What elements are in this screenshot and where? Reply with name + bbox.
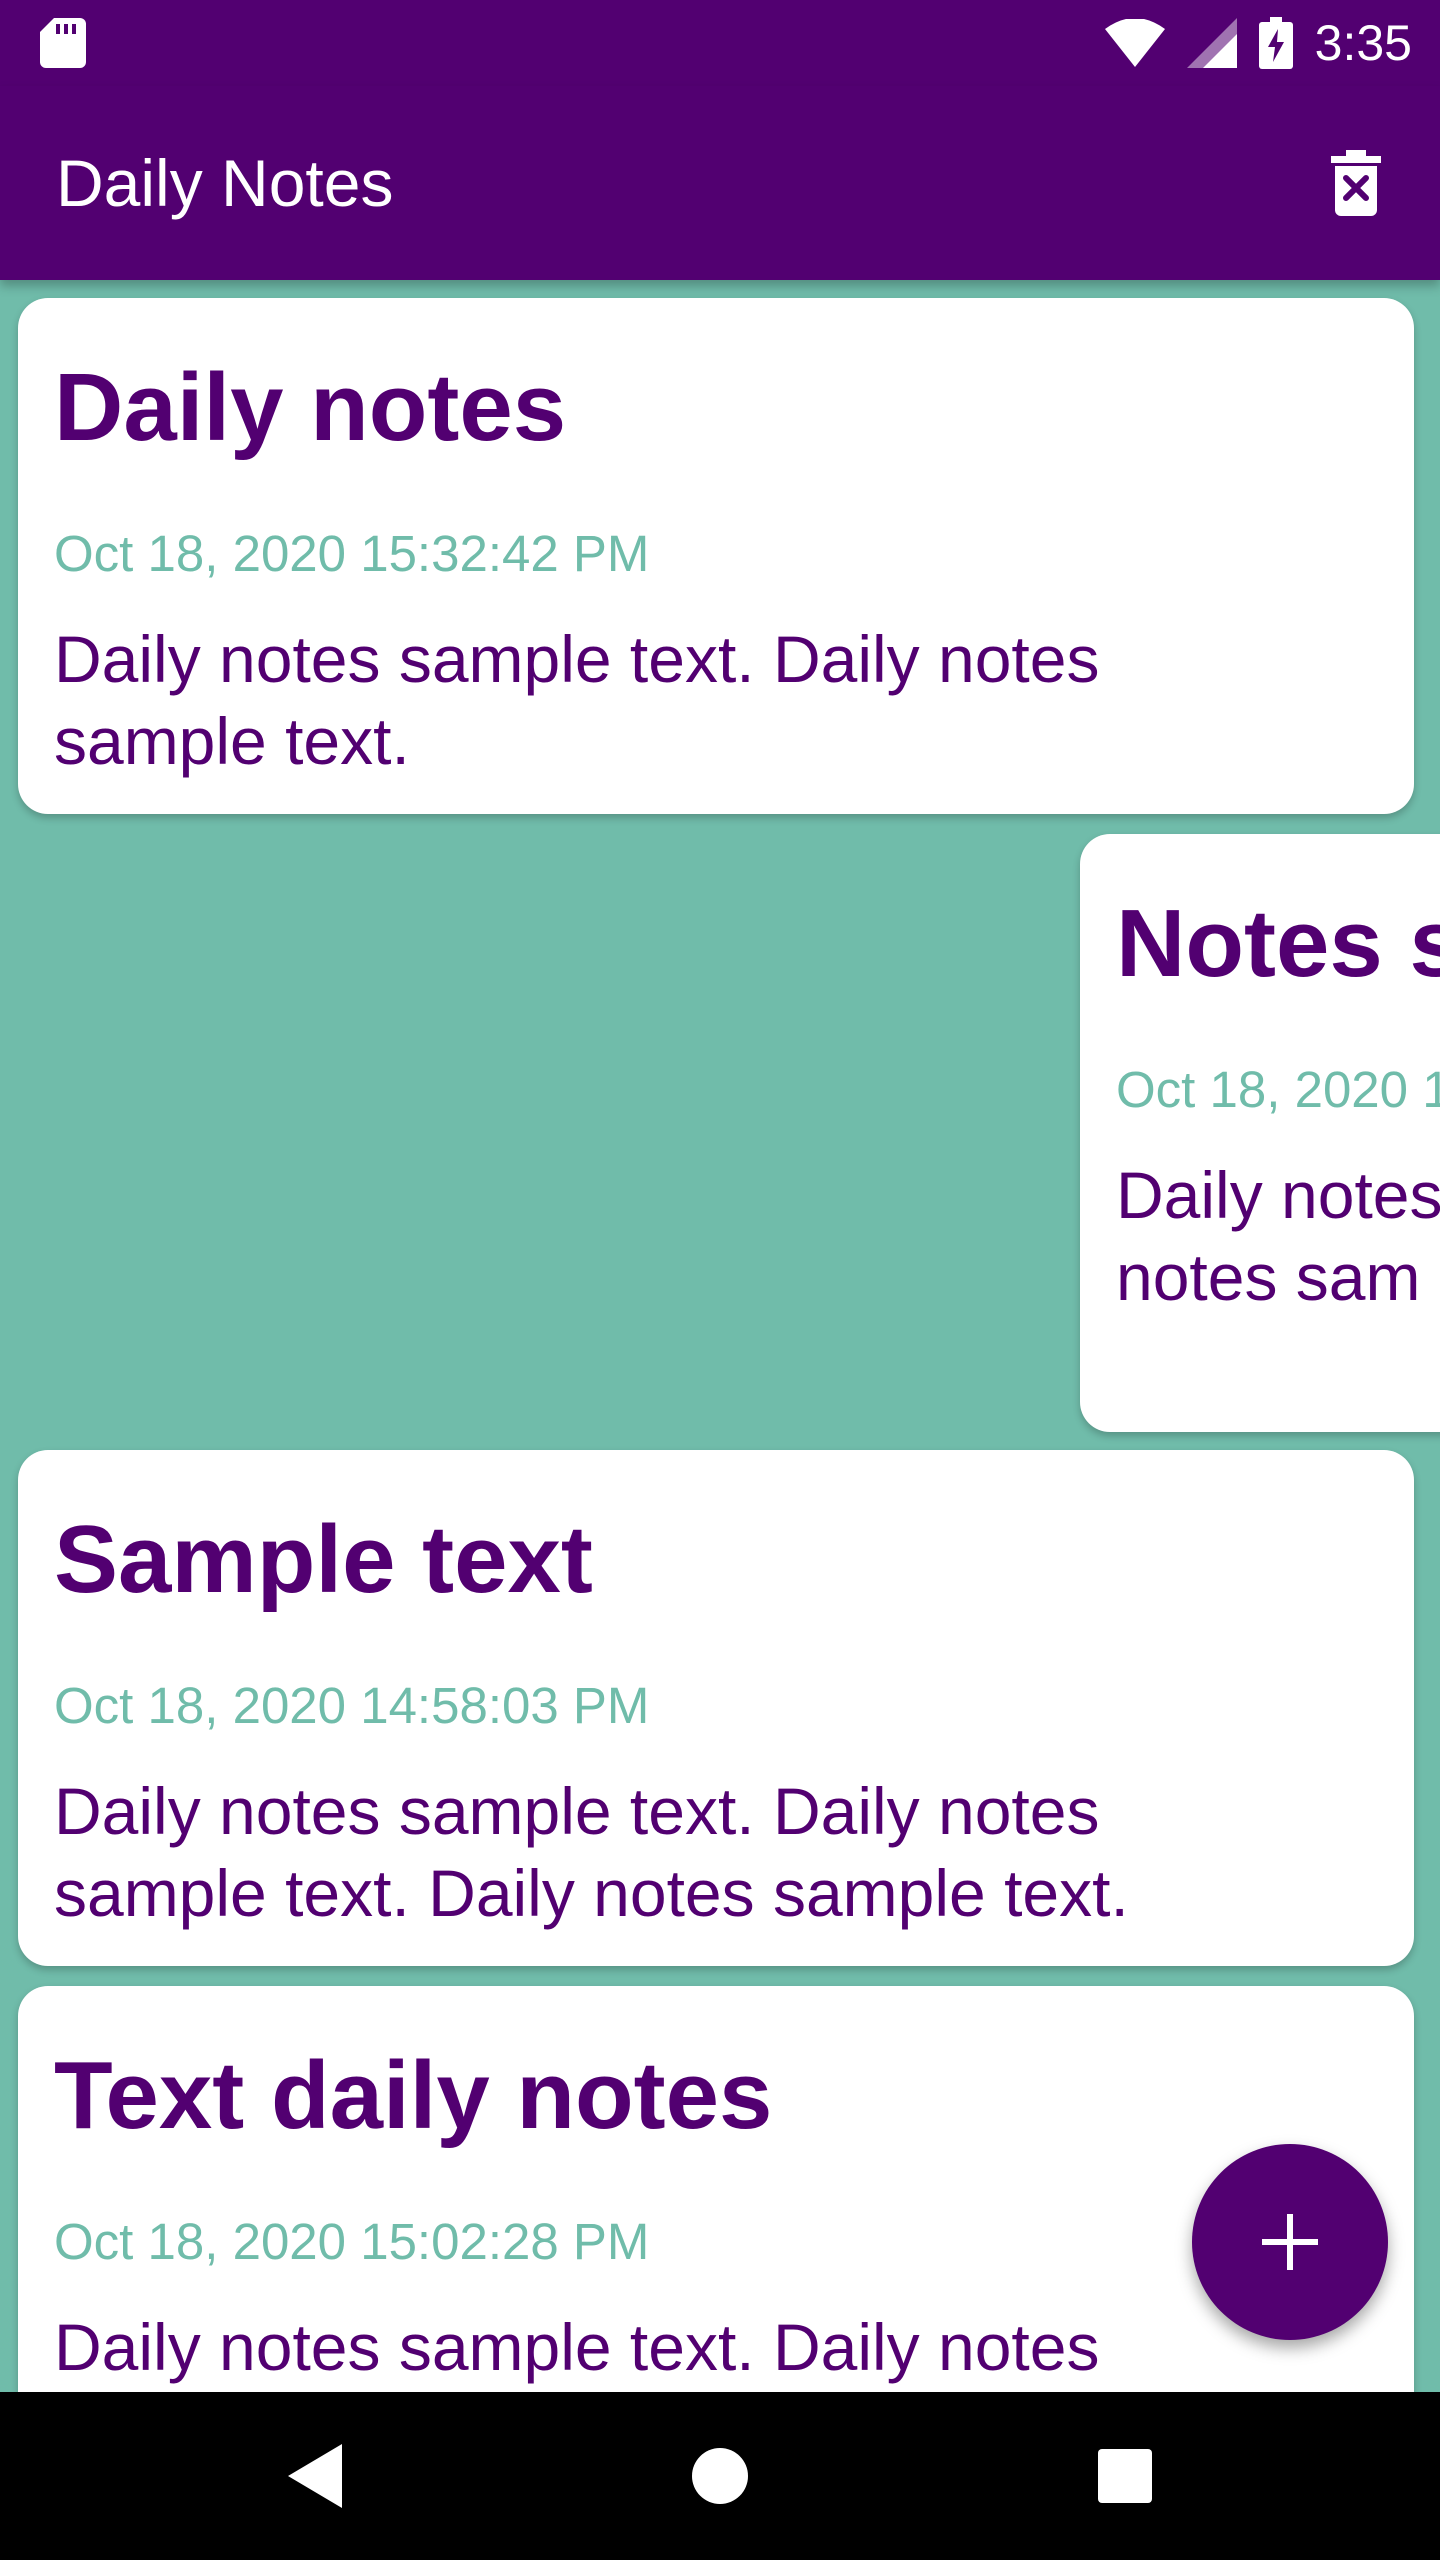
app-bar: Daily Notes xyxy=(0,86,1440,280)
note-title: Notes s xyxy=(1116,890,1440,997)
cell-signal-icon xyxy=(1186,18,1237,68)
status-time: 3:35 xyxy=(1314,15,1412,71)
note-body: Daily notes sample text. Daily notes sam… xyxy=(54,622,1100,778)
note-card-swiping[interactable]: Notes s Oct 18, 2020 1 Daily notes sampl… xyxy=(1080,834,1440,1432)
note-date: Oct 18, 2020 15:32:42 PM xyxy=(54,525,650,582)
note-date: Oct 18, 2020 14:58:03 PM xyxy=(54,1677,650,1734)
recents-icon xyxy=(1098,2449,1152,2503)
status-bar: 3:35 xyxy=(0,0,1440,86)
note-card[interactable]: Sample text Oct 18, 2020 14:58:03 PM Dai… xyxy=(18,1450,1414,1966)
notes-list[interactable]: Daily notes Oct 18, 2020 15:32:42 PM Dai… xyxy=(0,280,1440,2392)
home-icon xyxy=(692,2448,748,2504)
add-icon xyxy=(1262,2214,1318,2270)
note-body: Daily notes sample text. Daily notes sam… xyxy=(54,1774,1129,1930)
home-button[interactable] xyxy=(674,2430,766,2522)
note-title: Daily notes xyxy=(54,354,567,461)
sd-card-icon xyxy=(40,18,86,68)
app-title: Daily Notes xyxy=(56,146,394,220)
note-title: Text daily notes xyxy=(54,2042,773,2149)
back-icon xyxy=(288,2444,342,2508)
delete-all-button[interactable] xyxy=(1308,135,1404,231)
wifi-icon xyxy=(1104,19,1165,67)
note-title: Sample text xyxy=(54,1506,593,1613)
note-card[interactable]: Text daily notes Oct 18, 2020 15:02:28 P… xyxy=(18,1986,1414,2392)
note-date: Oct 18, 2020 1 xyxy=(1116,1061,1440,1118)
navigation-bar xyxy=(0,2392,1440,2560)
note-date: Oct 18, 2020 15:02:28 PM xyxy=(54,2213,650,2270)
note-card[interactable]: Daily notes Oct 18, 2020 15:32:42 PM Dai… xyxy=(18,298,1414,814)
note-body: Daily notes sample text. Daily notes xyxy=(54,2310,1100,2384)
note-body: Daily notes sample tex notes sam xyxy=(1116,1158,1440,1314)
battery-charging-icon xyxy=(1258,17,1293,69)
recents-button[interactable] xyxy=(1079,2430,1171,2522)
back-button[interactable] xyxy=(270,2430,362,2522)
status-icons: 3:35 xyxy=(1104,0,1412,86)
delete-all-icon xyxy=(1331,150,1381,216)
add-note-button[interactable] xyxy=(1192,2144,1388,2340)
